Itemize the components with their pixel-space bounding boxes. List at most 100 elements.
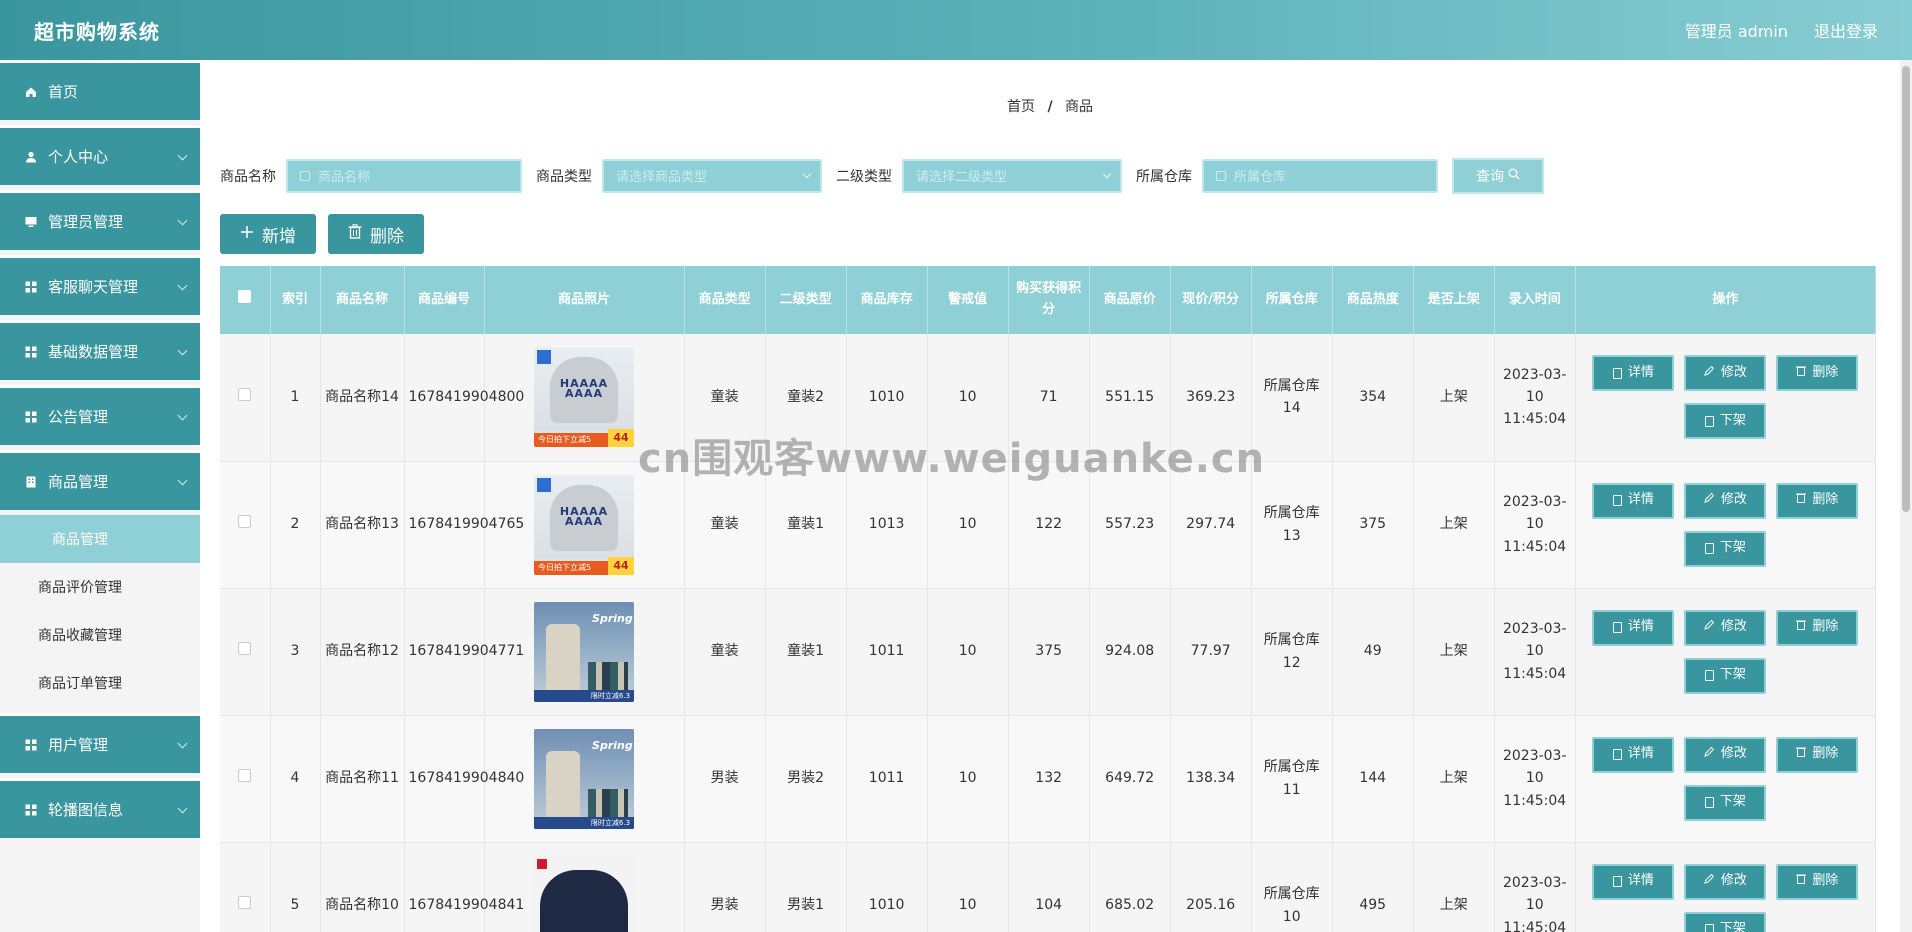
logout-link[interactable]: 退出登录 (1814, 18, 1878, 42)
sidebar: 首页 个人中心 管理员管理 客服聊天管理 基础数据管理 公告管理 商品管理 商品… (0, 60, 200, 932)
offline-button[interactable]: 下架 (1684, 403, 1767, 440)
column-header: 警戒值 (927, 266, 1009, 334)
sidebar-item-goods[interactable]: 商品管理 (0, 450, 200, 510)
document-icon (1612, 495, 1622, 506)
edit-button[interactable]: 修改 (1684, 482, 1767, 519)
submenu-goods-favorite[interactable]: 商品收藏管理 (0, 611, 200, 659)
breadcrumb-current: 商品 (1065, 99, 1094, 115)
plus-icon (240, 224, 254, 244)
sidebar-item-notice[interactable]: 公告管理 (0, 385, 200, 445)
sidebar-item-personal[interactable]: 个人中心 (0, 125, 200, 185)
delete-button[interactable]: 删除 (1776, 736, 1859, 773)
cell-warehouse: 所属仓库10 (1251, 842, 1333, 932)
cell-on-sale: 上架 (1413, 461, 1495, 589)
detail-label: 详情 (1627, 746, 1654, 762)
breadcrumb-home[interactable]: 首页 (1007, 99, 1035, 115)
delete-button[interactable]: 删除 (1776, 863, 1859, 900)
row-checkbox[interactable] (238, 388, 252, 402)
edit-icon (1703, 490, 1715, 511)
goods-name-input[interactable] (318, 168, 520, 184)
cell-orig-price: 557.23 (1089, 461, 1171, 589)
row-checkbox[interactable] (238, 769, 252, 783)
delete-button[interactable]: 删除 (1776, 482, 1859, 519)
detail-button[interactable]: 详情 (1592, 736, 1675, 773)
home-icon (24, 85, 38, 99)
product-photo[interactable]: Spring 限时立减6.3 (534, 728, 635, 829)
cell-price: 138.34 (1170, 715, 1252, 843)
edit-button[interactable]: 修改 (1684, 863, 1767, 900)
column-header: 商品编号 (404, 266, 485, 334)
cell-stock: 1011 (846, 715, 928, 843)
goods-type-input[interactable] (616, 168, 820, 184)
column-header: 商品类型 (684, 266, 766, 334)
cell-price: 369.23 (1170, 334, 1252, 462)
edit-button[interactable]: 修改 (1684, 736, 1767, 773)
warehouse-input[interactable] (1234, 168, 1436, 184)
sidebar-item-admins[interactable]: 管理员管理 (0, 190, 200, 250)
edit-button[interactable]: 修改 (1684, 355, 1767, 392)
sidebar-item-basedata[interactable]: 基础数据管理 (0, 320, 200, 380)
product-photo[interactable]: HAAAA AAAA 今日拍下立减5 44 (534, 347, 635, 448)
delete-button[interactable]: 删除 (1776, 609, 1859, 646)
goods-subtype-input[interactable] (916, 168, 1120, 184)
offline-label: 下架 (1719, 667, 1746, 683)
row-checkbox[interactable] (238, 515, 252, 529)
offline-button[interactable]: 下架 (1684, 530, 1767, 567)
goods-table: 索引 商品名称 商品编号 商品照片 商品类型 二级类型 商品库存 警戒值 购买获… (220, 266, 1877, 932)
select-all-checkbox[interactable] (238, 289, 252, 303)
vertical-scrollbar[interactable] (1900, 60, 1912, 932)
detail-button[interactable]: 详情 (1592, 482, 1675, 519)
submenu-goods-order[interactable]: 商品订单管理 (0, 659, 200, 707)
submenu-goods-review[interactable]: 商品评价管理 (0, 563, 200, 611)
query-button[interactable]: 查询 (1452, 158, 1544, 194)
scrollbar-thumb[interactable] (1902, 66, 1910, 512)
cell-index: 2 (270, 461, 321, 589)
cell-time: 2023-03-10 11:45:04 (1494, 715, 1576, 843)
offline-button[interactable]: 下架 (1684, 657, 1767, 694)
goods-subtype-select[interactable] (902, 159, 1122, 193)
product-photo[interactable]: HAAAA AAAA 今日拍下立减5 44 (534, 474, 635, 575)
add-button[interactable]: 新增 (220, 214, 316, 254)
table-row: 2 商品名称13 1678419904765 HAAAA AAAA 今日拍下立减5 44 童… (220, 461, 1877, 589)
column-header: 商品热度 (1332, 266, 1414, 334)
sidebar-item-chat[interactable]: 客服聊天管理 (0, 255, 200, 315)
batch-delete-button[interactable]: 删除 (328, 214, 424, 254)
submenu-goods-manage[interactable]: 商品管理 (0, 515, 200, 563)
row-checkbox[interactable] (238, 896, 252, 910)
document-icon (1704, 797, 1714, 808)
offline-button[interactable]: 下架 (1684, 911, 1767, 932)
offline-button[interactable]: 下架 (1684, 784, 1767, 821)
cell-actions: 详情 修改 删除下架 (1575, 588, 1877, 716)
column-header: 是否上架 (1413, 266, 1495, 334)
cell-name: 商品名称14 (320, 334, 405, 462)
goods-type-select[interactable] (602, 159, 822, 193)
sidebar-item-home[interactable]: 首页 (0, 60, 200, 120)
product-photo[interactable] (534, 855, 635, 932)
cell-stock: 1013 (846, 461, 928, 589)
row-checkbox[interactable] (238, 642, 252, 656)
detail-button[interactable]: 详情 (1592, 863, 1675, 900)
goods-name-field[interactable] (286, 159, 522, 193)
detail-button[interactable]: 详情 (1592, 609, 1675, 646)
edit-label: 修改 (1720, 619, 1747, 635)
sidebar-item-carousel[interactable]: 轮播图信息 (0, 778, 200, 838)
row-select-cell (220, 461, 271, 589)
cell-alert: 10 (927, 588, 1009, 716)
edit-icon (1703, 744, 1715, 765)
detail-button[interactable]: 详情 (1592, 355, 1675, 392)
brand-logo-icon (537, 477, 552, 492)
chevron-down-icon (177, 410, 188, 421)
delete-label: 删除 (370, 226, 404, 247)
product-photo[interactable]: Spring 限时立减6.3 (534, 601, 635, 702)
trash-icon (348, 224, 362, 244)
trash-icon (1796, 363, 1807, 384)
sidebar-item-users[interactable]: 用户管理 (0, 713, 200, 773)
delete-button[interactable]: 删除 (1776, 355, 1859, 392)
cell-price: 205.16 (1170, 842, 1252, 932)
cell-price: 297.74 (1170, 461, 1252, 589)
current-user[interactable]: 管理员 admin (1685, 18, 1788, 42)
cell-points: 132 (1008, 715, 1090, 843)
cell-on-sale: 上架 (1413, 334, 1495, 462)
warehouse-field[interactable] (1202, 159, 1438, 193)
edit-button[interactable]: 修改 (1684, 609, 1767, 646)
